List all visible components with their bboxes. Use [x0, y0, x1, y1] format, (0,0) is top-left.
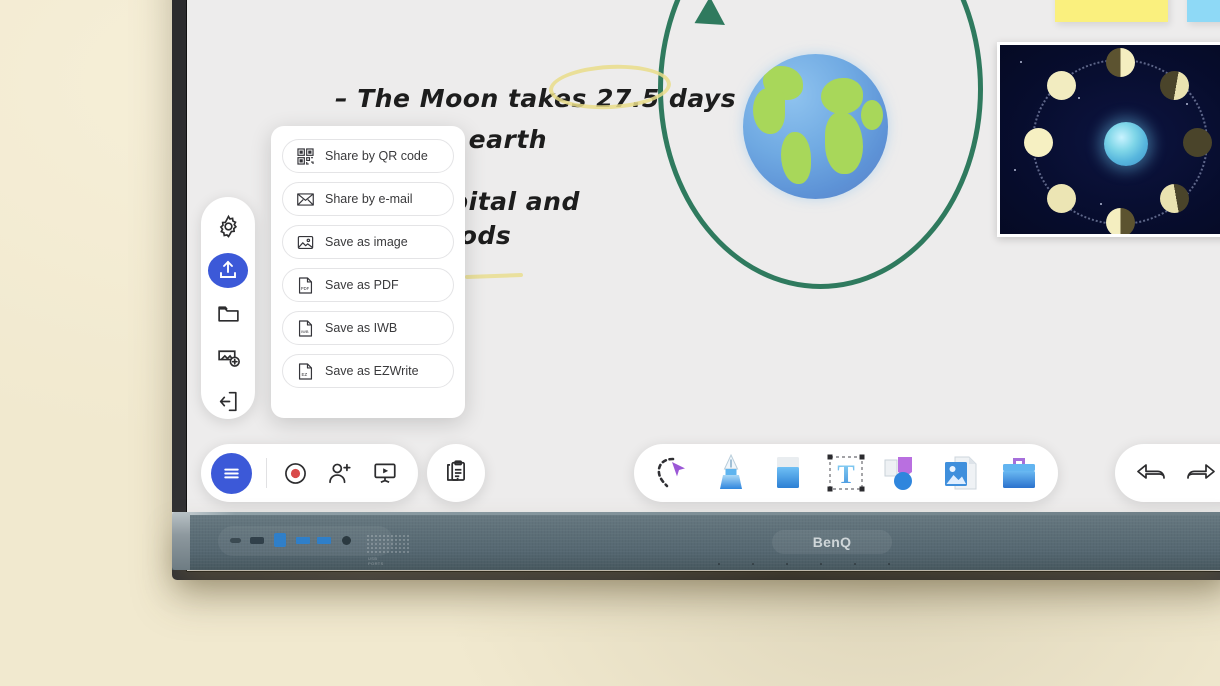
- phases-earth: [1104, 122, 1148, 166]
- present-button[interactable]: [368, 456, 402, 490]
- toolbar-divider: [266, 458, 267, 488]
- base-screw-dots: [702, 562, 902, 566]
- earth-illustration: [743, 54, 888, 199]
- hamburger-icon: [224, 468, 239, 478]
- usb-a-port-1: [296, 537, 310, 544]
- usb-b-port: [274, 533, 286, 547]
- usb-a-port-2: [317, 537, 331, 544]
- menu-item-label: Save as PDF: [325, 278, 399, 292]
- tool-lasso-select[interactable]: [650, 450, 696, 496]
- tool-text[interactable]: T: [823, 450, 869, 496]
- ezwrite-file-icon: EZ: [298, 362, 313, 380]
- main-menu-button[interactable]: [211, 452, 252, 494]
- exit-icon: [219, 391, 237, 412]
- tool-toolbox[interactable]: [996, 450, 1042, 496]
- sidebar-item-files[interactable]: [208, 297, 248, 332]
- device-base: USB PORTS BenQ: [172, 512, 1220, 570]
- drawing-toolbar[interactable]: T: [634, 444, 1058, 502]
- whiteboard-screen: – The Moon takes 27.5 days e earth 's or…: [187, 0, 1220, 571]
- image-icon: [945, 456, 977, 490]
- qr-code-icon: [297, 147, 314, 165]
- folder-icon: [217, 306, 239, 323]
- moon-phase-waxing-gibbous: [1160, 71, 1189, 100]
- redo-button[interactable]: [1184, 456, 1218, 490]
- svg-text:T: T: [837, 460, 854, 489]
- bottom-left-toolbar[interactable]: [201, 444, 418, 502]
- menu-item-label: Save as image: [325, 235, 408, 249]
- record-button[interactable]: [278, 456, 312, 490]
- toolbox-icon: [1003, 458, 1036, 488]
- menu-item-label: Share by QR code: [325, 149, 428, 163]
- menu-item-share-by-qr-code[interactable]: Share by QR code: [282, 139, 454, 173]
- image-file-icon: [297, 235, 314, 249]
- add-user-button[interactable]: [323, 456, 357, 490]
- menu-item-label: Share by e-mail: [325, 192, 413, 206]
- sidebar-item-share[interactable]: [208, 252, 248, 288]
- benq-display-device: – The Moon takes 27.5 days e earth 's or…: [172, 0, 1220, 580]
- record-icon: [284, 462, 306, 484]
- iwb-file-icon: IWB: [298, 319, 313, 337]
- add-page-icon: [217, 350, 240, 368]
- add-user-icon: [329, 463, 351, 484]
- base-top-edge: [172, 512, 1220, 515]
- pdf-file-icon: PDF: [298, 276, 313, 294]
- menu-item-save-as-image[interactable]: Save as image: [282, 225, 454, 259]
- clipboard-icon: [447, 460, 465, 481]
- audio-jack: [342, 536, 351, 545]
- presentation-icon: [374, 463, 396, 484]
- usb-c-port: [230, 538, 241, 543]
- port-panel: USB PORTS: [218, 526, 410, 566]
- moon-phase-waxing-crescent: [1047, 71, 1076, 100]
- brand-plate: BenQ: [772, 530, 892, 554]
- text-tool-icon: T: [827, 454, 865, 492]
- sticky-note-sun[interactable]: SUN: [1055, 0, 1168, 22]
- svg-text:PDF: PDF: [301, 285, 310, 290]
- svg-text:EZ: EZ: [302, 371, 308, 376]
- tool-image[interactable]: [938, 450, 984, 496]
- menu-item-label: Save as EZWrite: [325, 364, 419, 378]
- brand-logo-text: BenQ: [812, 534, 852, 550]
- base-left-cap: [172, 512, 190, 570]
- handwritten-note-line-1: – The Moon takes 27.5 days: [335, 84, 737, 113]
- sidebar-item-exit[interactable]: [208, 384, 248, 419]
- eraser-icon: [777, 457, 800, 488]
- menu-item-share-by-email[interactable]: Share by e-mail: [282, 182, 454, 216]
- envelope-icon: [297, 192, 314, 206]
- sticky-note-moon[interactable]: M: [1187, 0, 1220, 22]
- history-toolbar[interactable]: [1115, 444, 1220, 502]
- menu-item-label: Save as IWB: [325, 321, 398, 335]
- redo-arrow-icon: [1186, 464, 1215, 479]
- tool-shapes[interactable]: [881, 450, 927, 496]
- port-panel-label: USB PORTS: [368, 556, 384, 566]
- sidebar-item-settings[interactable]: [208, 209, 248, 244]
- speaker-grille: [366, 534, 410, 554]
- gear-icon: [219, 214, 237, 238]
- svg-text:IWB: IWB: [301, 328, 309, 333]
- moon-phase-waning-gibbous: [1160, 184, 1189, 213]
- shapes-icon: [884, 457, 912, 490]
- moon-phase-full: [1183, 128, 1212, 157]
- moon-phase-new: [1024, 128, 1053, 157]
- tool-pen[interactable]: [708, 450, 754, 496]
- moon-phases-image[interactable]: [997, 42, 1220, 237]
- moon-phase-first-quarter: [1106, 48, 1135, 77]
- lasso-cursor-icon: [657, 457, 685, 488]
- menu-item-save-as-pdf[interactable]: PDF Save as PDF: [282, 268, 454, 302]
- undo-button[interactable]: [1134, 456, 1168, 490]
- upload-icon: [220, 260, 236, 279]
- undo-arrow-icon: [1136, 464, 1165, 479]
- menu-item-save-as-iwb[interactable]: IWB Save as IWB: [282, 311, 454, 345]
- share-and-save-menu[interactable]: Share by QR code Share by e-mail Save as…: [271, 126, 465, 418]
- tool-eraser[interactable]: [765, 450, 811, 496]
- fountain-pen-icon: [719, 453, 742, 489]
- sidebar-item-add-page[interactable]: [208, 340, 248, 375]
- moon-phase-last-quarter: [1106, 208, 1135, 234]
- menu-item-save-as-ezwrite[interactable]: EZ Save as EZWrite: [282, 354, 454, 388]
- clipboard-button[interactable]: [427, 444, 485, 502]
- hdmi-port: [250, 537, 264, 544]
- highlight-underline: [464, 272, 524, 280]
- left-toolbar[interactable]: [201, 197, 255, 419]
- moon-phase-waning-crescent: [1047, 184, 1076, 213]
